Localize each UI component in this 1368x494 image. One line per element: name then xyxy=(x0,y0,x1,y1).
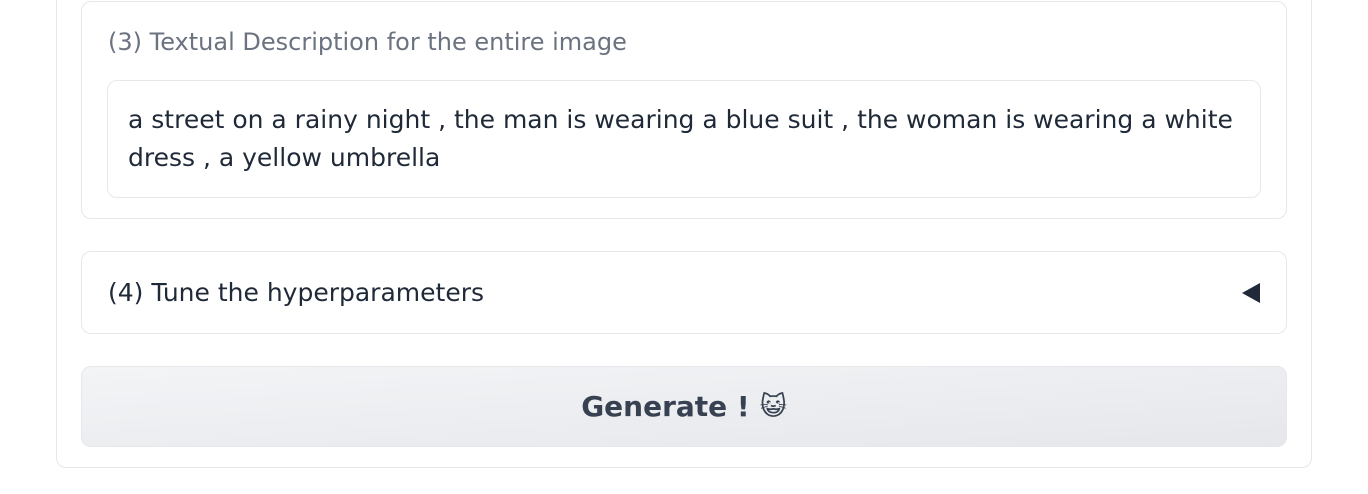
cat-face-icon: 😺 xyxy=(759,391,787,422)
generate-button[interactable]: Generate ! 😺 xyxy=(81,366,1287,447)
caret-left-icon[interactable] xyxy=(1242,283,1260,303)
description-section: (3) Textual Description for the entire i… xyxy=(81,1,1287,219)
generate-button-label: Generate ! xyxy=(581,390,750,423)
description-label: (3) Textual Description for the entire i… xyxy=(108,28,627,56)
hyperparameters-accordion[interactable]: (4) Tune the hyperparameters xyxy=(81,251,1287,334)
description-textarea[interactable]: a street on a rainy night , the man is w… xyxy=(107,80,1261,198)
hyperparameters-label: (4) Tune the hyperparameters xyxy=(108,278,485,307)
